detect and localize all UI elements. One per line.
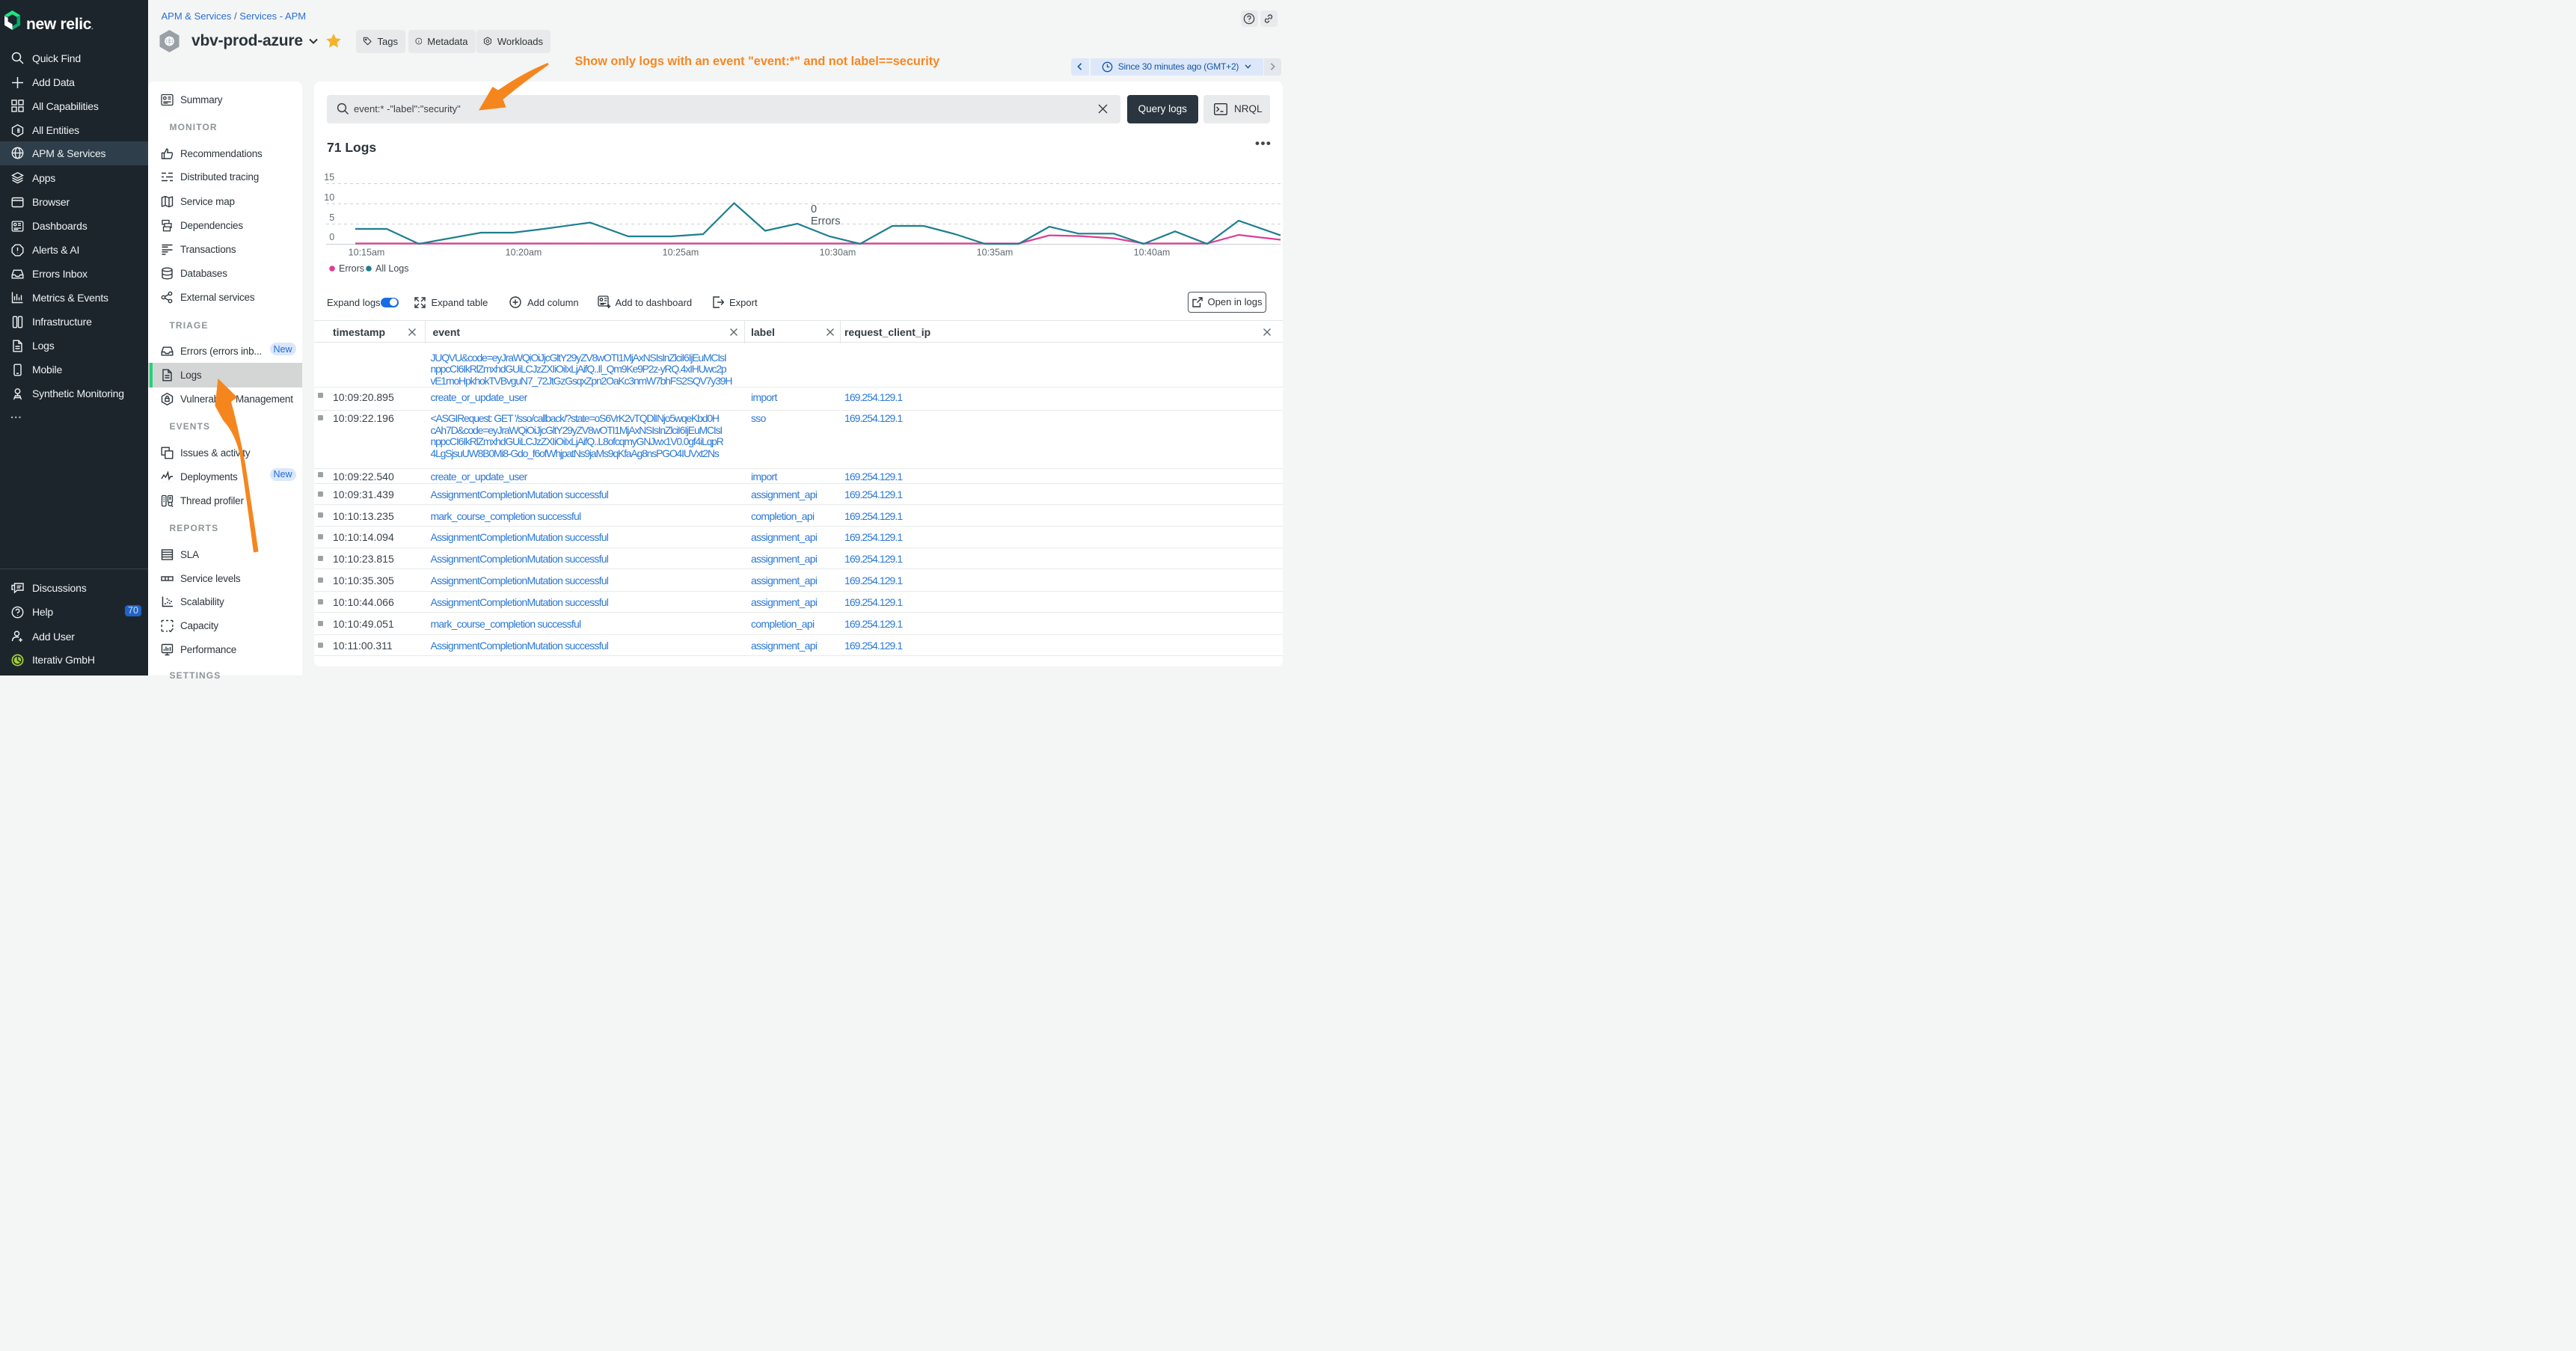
svg-text:All Logs: All Logs bbox=[375, 263, 408, 274]
svg-text:15: 15 bbox=[324, 172, 334, 183]
svg-text:10:25am: 10:25am bbox=[662, 248, 699, 258]
svg-text:10:30am: 10:30am bbox=[819, 248, 856, 258]
svg-text:10:20am: 10:20am bbox=[505, 248, 542, 258]
svg-text:0: 0 bbox=[329, 232, 334, 242]
svg-text:Errors: Errors bbox=[339, 263, 364, 274]
svg-text:5: 5 bbox=[329, 212, 334, 223]
svg-text:0: 0 bbox=[811, 203, 817, 215]
svg-text:10:15am: 10:15am bbox=[348, 248, 384, 258]
svg-text:10:40am: 10:40am bbox=[1133, 248, 1170, 258]
svg-text:10: 10 bbox=[324, 192, 334, 203]
svg-text:10:35am: 10:35am bbox=[976, 248, 1013, 258]
svg-text:Errors: Errors bbox=[811, 215, 840, 227]
